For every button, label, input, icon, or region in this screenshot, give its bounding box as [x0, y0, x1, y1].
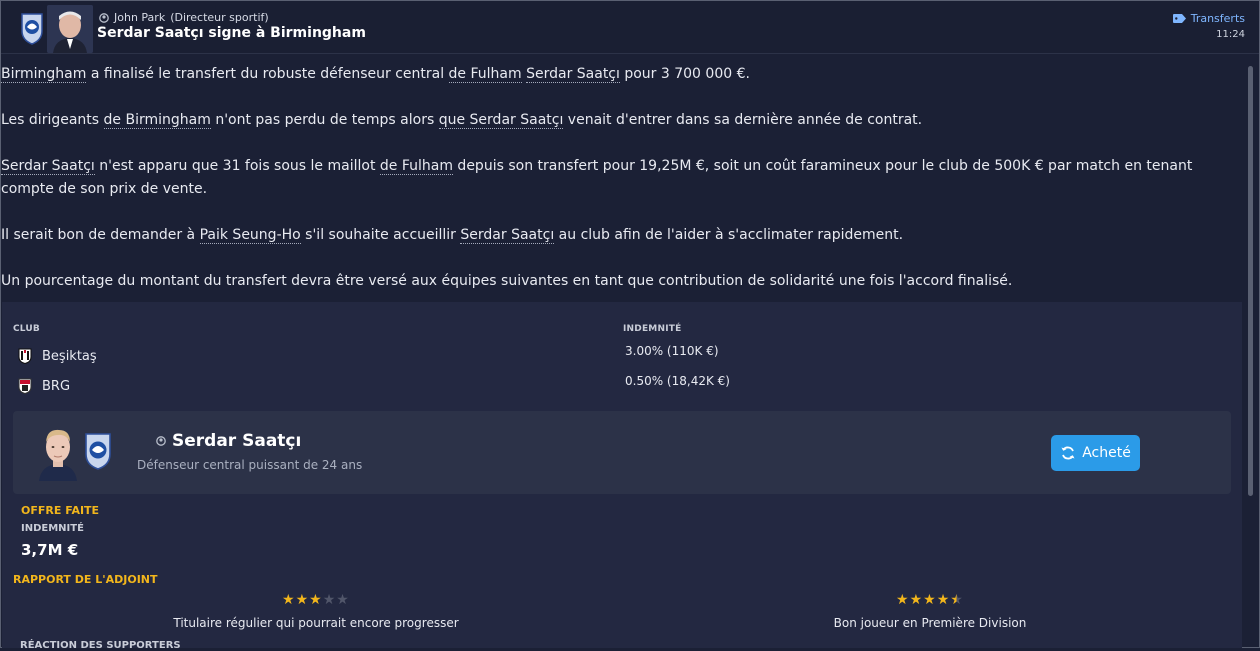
text: n'ont pas perdu de temps alors: [210, 112, 439, 128]
player-link[interactable]: Serdar Saatçı: [526, 66, 620, 83]
article-paragraph-3: Serdar Saatçı n'est apparu que 31 fois s…: [1, 155, 1245, 201]
transfer-status-button[interactable]: Acheté: [1051, 435, 1140, 471]
staff-link[interactable]: Paik Seung-Ho: [199, 227, 301, 244]
club-link-birmingham[interactable]: de Birmingham: [103, 112, 211, 129]
birmingham-crest-icon: [21, 13, 43, 45]
person-icon: [156, 436, 166, 446]
news-headline: Serdar Saatçı signe à Birmingham: [97, 25, 366, 41]
indemnity-value: 3.00% (110K €): [625, 344, 719, 358]
offer-fee-label: INDEMNITÉ: [21, 523, 84, 534]
person-icon: [99, 12, 109, 23]
star-icon: ★: [295, 592, 309, 608]
current-ability-stars: ★ ★ ★ ★ ★: [282, 593, 349, 607]
brg-crest-icon: [18, 378, 32, 394]
current-ability-text: Titulaire régulier qui pourrait encore p…: [173, 616, 459, 630]
player-link[interactable]: Serdar Saatçı: [1, 158, 95, 175]
sender-role: (Directeur sportif): [170, 11, 269, 24]
category-label[interactable]: Transferts: [1191, 12, 1245, 25]
player-card[interactable]: Serdar Saatçı Défenseur central puissant…: [13, 411, 1231, 494]
text: au club afin de l'aider à s'acclimater r…: [554, 227, 904, 243]
article-paragraph-5: Un pourcentage du montant du transfert d…: [1, 273, 1013, 289]
star-icon: ★: [336, 592, 349, 608]
player-description: Défenseur central puissant de 24 ans: [137, 458, 363, 472]
sender-name[interactable]: John Park: [114, 11, 165, 24]
club-link-birmingham[interactable]: Birmingham: [1, 66, 87, 83]
text: venait d'entrer dans sa dernière année d…: [563, 112, 923, 128]
text: Les dirigeants: [1, 112, 104, 128]
player-link[interactable]: Serdar Saatçı: [460, 227, 555, 244]
column-header-indemnity: INDEMNITÉ: [623, 324, 682, 334]
player-photo[interactable]: [33, 425, 83, 481]
club-name[interactable]: BRG: [42, 379, 70, 394]
text: Il serait bon de demander à: [1, 227, 200, 243]
text: s'il souhaite accueillir: [300, 227, 461, 243]
besiktas-crest-icon: [18, 348, 32, 364]
solidarity-row[interactable]: BRG: [18, 378, 70, 394]
text: a finalisé le transfert du robuste défen…: [86, 66, 449, 82]
player-link[interactable]: que Serdar Saatçı: [438, 112, 564, 129]
birmingham-crest-icon: [85, 433, 111, 470]
refresh-icon: [1061, 446, 1075, 460]
news-time: 11:24: [1216, 29, 1245, 40]
player-name[interactable]: Serdar Saatçı: [156, 431, 301, 451]
offer-fee-value: 3,7M €: [21, 541, 79, 559]
star-icon: ★: [950, 592, 963, 608]
scrollbar[interactable]: [1248, 66, 1253, 496]
manager-photo[interactable]: [47, 5, 93, 53]
star-icon: ★: [282, 592, 295, 608]
indemnity-value: 0.50% (18,42K €): [625, 374, 730, 388]
supporters-reaction-title: RÉACTION DES SUPPORTERS: [20, 640, 181, 651]
article-paragraph-2: Les dirigeants de Birmingham n'ont pas p…: [1, 109, 1245, 132]
tag-icon: [1172, 14, 1186, 23]
star-icon: ★: [309, 592, 322, 608]
offer-title: OFFRE FAITE: [21, 504, 100, 517]
star-icon: ★: [322, 592, 336, 608]
star-icon: ★: [936, 592, 950, 608]
text: pour 3 700 000 €.: [619, 66, 750, 82]
category-link[interactable]: Transferts: [1172, 12, 1245, 25]
player-name-label[interactable]: Serdar Saatçı: [172, 431, 301, 451]
report-title: RAPPORT DE L'ADJOINT: [13, 573, 158, 586]
text: n'est apparu que 31 fois sous le maillot: [94, 158, 380, 174]
star-icon: ★: [923, 592, 936, 608]
star-icon: ★: [909, 592, 923, 608]
article-paragraph-4: Il serait bon de demander à Paik Seung-H…: [1, 224, 1245, 247]
solidarity-row[interactable]: Beşiktaş: [18, 348, 97, 364]
potential-ability-stars: ★ ★ ★ ★ ★: [896, 593, 963, 607]
club-name[interactable]: Beşiktaş: [42, 349, 97, 364]
article-paragraph-1: Birmingham a finalisé le transfert du ro…: [1, 63, 1245, 86]
transfer-status-label[interactable]: Acheté: [1082, 445, 1131, 461]
news-header: John Park (Directeur sportif) Serdar Saa…: [1, 1, 1259, 54]
potential-ability-text: Bon joueur en Première Division: [833, 616, 1027, 630]
club-link-fulham[interactable]: de Fulham: [379, 158, 453, 175]
column-header-club: CLUB: [13, 324, 40, 334]
club-link-fulham[interactable]: de Fulham: [448, 66, 522, 83]
sender-line: John Park (Directeur sportif): [99, 11, 269, 24]
star-icon: ★: [896, 592, 909, 608]
